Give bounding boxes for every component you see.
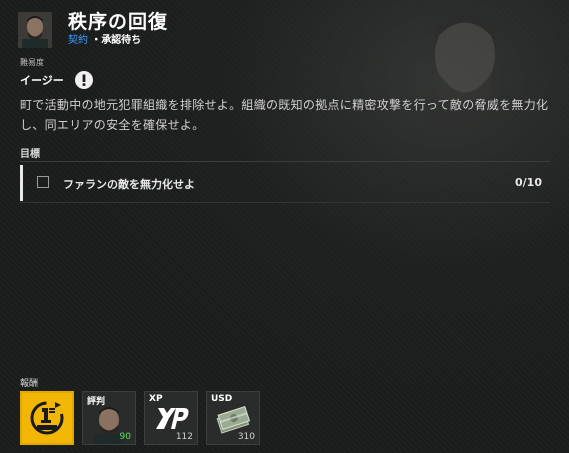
divider <box>20 161 550 162</box>
rewards-label: 報酬 <box>20 379 39 389</box>
reward-xp-title: XP <box>149 394 163 404</box>
reward-usd-amount: 310 <box>237 432 255 442</box>
reward-first-time[interactable] <box>20 391 74 445</box>
alert-icon[interactable] <box>74 70 94 90</box>
mission-title: 秩序の回復 <box>68 11 169 33</box>
difficulty-value: イージー <box>20 74 64 87</box>
mission-status: 承認待ち <box>101 35 142 46</box>
reward-reputation[interactable]: 評判 90 <box>82 391 136 445</box>
objective-progress: 0/10 <box>515 176 542 189</box>
reward-usd[interactable]: USD 310 <box>206 391 260 445</box>
mission-giver-avatar <box>18 12 52 48</box>
mission-status-separator: ・ <box>91 35 102 46</box>
objective-checkbox <box>37 176 49 188</box>
rewards-list: 評判 90 XP 112 USD 310 <box>20 391 268 445</box>
mission-description: 町で活動中の地元犯罪組織を排除せよ。組織の既知の拠点に精密攻撃を行って敵の脅威を… <box>20 98 549 132</box>
divider <box>20 202 550 203</box>
difficulty-label: 難易度 <box>20 58 44 67</box>
difficulty-section: 難易度 イージー <box>20 57 94 90</box>
objective-text: ファランの敵を無力化せよ <box>63 178 195 191</box>
first-time-icon <box>30 401 64 435</box>
objective-item: ファランの敵を無力化せよ 0/10 <box>20 165 550 201</box>
mission-type-link[interactable]: 契約 <box>68 35 88 46</box>
reward-xp[interactable]: XP 112 <box>144 391 198 445</box>
reward-usd-title: USD <box>211 394 233 404</box>
reward-reputation-title: 評判 <box>87 397 106 407</box>
reward-xp-amount: 112 <box>175 432 193 442</box>
objectives-header: 目標 <box>20 149 40 160</box>
reward-reputation-amount: 90 <box>119 432 131 442</box>
mission-header: 秩序の回復 契約 ・承認待ち <box>18 11 169 48</box>
